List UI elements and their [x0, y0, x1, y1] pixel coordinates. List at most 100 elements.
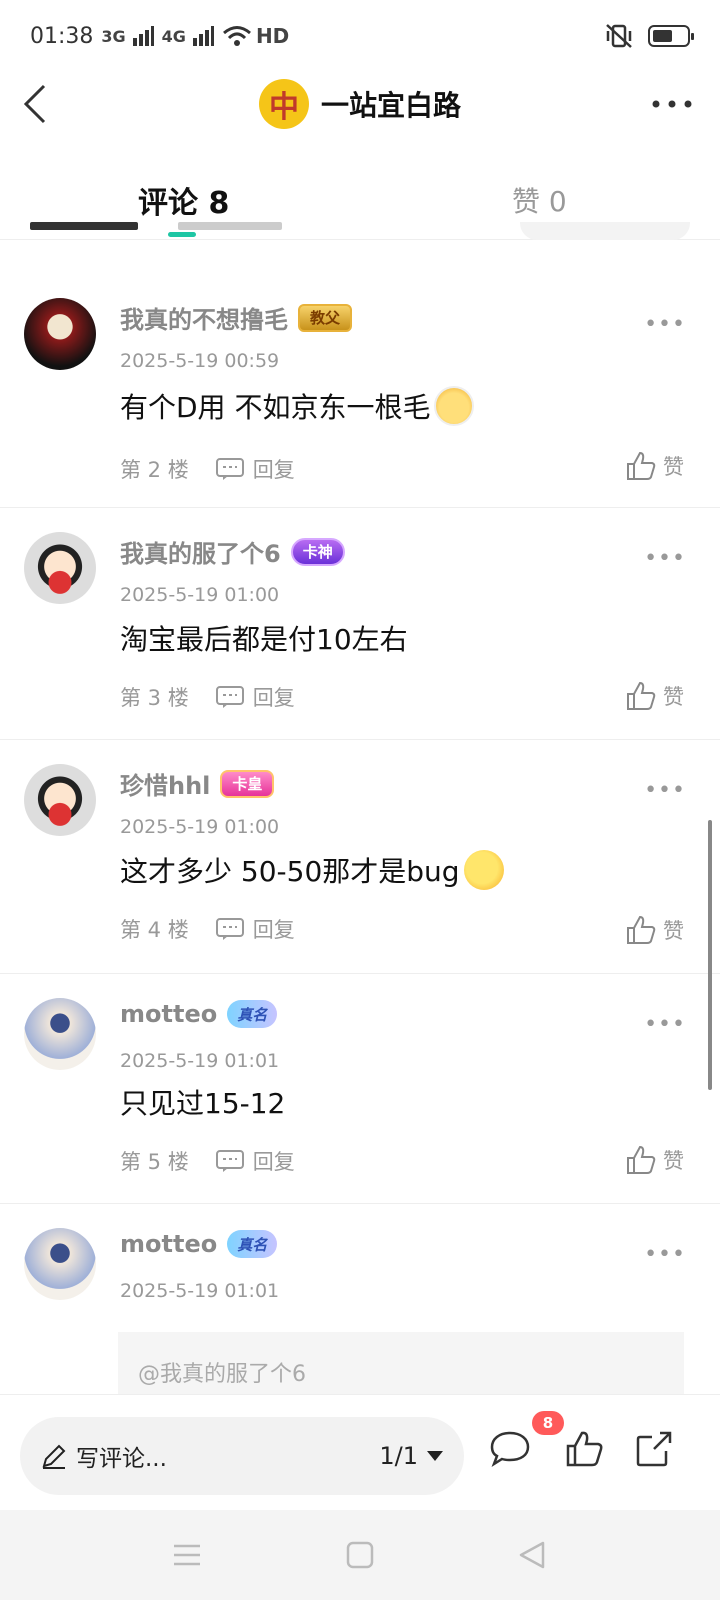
comment-username[interactable]: 我真的不想撸毛 教父 [120, 300, 353, 335]
comment-date: 2025-5-19 01:01 [120, 1050, 280, 1072]
comment-text: 有个D用 不如京东一根毛 [120, 391, 431, 424]
like-button[interactable]: 赞 [625, 450, 684, 482]
comment-footer: 第 5 楼 回复 [120, 1146, 295, 1176]
comment-item: motteo 真名 ••• 2025-5-19 01:01 只见过15-12 第… [0, 976, 720, 1204]
thinking-emoji-icon [463, 850, 504, 890]
reply-icon [215, 686, 244, 708]
quoted-reply[interactable]: @我真的服了个6 [118, 1332, 684, 1394]
avatar[interactable] [24, 998, 96, 1070]
comment-footer: 第 4 楼 回复 [120, 914, 295, 944]
forum-logo[interactable]: 中 [258, 79, 309, 129]
network-label: HD [255, 24, 290, 48]
dropdown-triangle-icon [427, 1451, 443, 1461]
menu-icon[interactable] [170, 1538, 204, 1572]
page-indicator: 1/1 [379, 1442, 418, 1470]
like-button[interactable]: 赞 [625, 914, 684, 946]
reply-button[interactable]: 回复 [215, 914, 295, 944]
like-label: 赞 [663, 685, 684, 709]
tab-likes-label: 赞 [512, 185, 541, 218]
like-button[interactable]: 赞 [625, 1144, 684, 1176]
comment-footer: 第 3 楼 回复 [120, 682, 295, 712]
comment-text: 淘宝最后都是付10左右 [120, 623, 408, 656]
vibrate-off-icon [606, 24, 632, 48]
username-text: 珍惜hhl [120, 772, 211, 800]
share-icon[interactable] [632, 1427, 676, 1471]
like-label: 赞 [663, 1149, 684, 1173]
user-title-badge: 真名 [227, 1000, 278, 1028]
filter-row-peek [0, 222, 720, 240]
back-arrow-icon[interactable] [14, 82, 58, 126]
comment-item: 我真的服了个6 卡神 ••• 2025-5-19 01:00 淘宝最后都是付10… [0, 510, 720, 740]
comment-date: 2025-5-19 00:59 [120, 350, 280, 372]
filter-author-peek [178, 222, 282, 230]
avatar[interactable] [24, 532, 96, 604]
filter-all-peek [30, 222, 138, 230]
back-triangle-icon[interactable] [515, 1538, 549, 1572]
forum-title[interactable]: 一站宜白路 [321, 84, 461, 124]
reply-icon [215, 458, 244, 480]
home-icon[interactable] [343, 1538, 377, 1572]
comment-footer: 第 2 楼 回复 [120, 454, 295, 484]
comment-text: 只见过15-12 [120, 1087, 286, 1120]
thumbs-up-icon[interactable] [562, 1427, 606, 1471]
comment-count-badge: 8 [532, 1411, 564, 1435]
username-text: 我真的服了个6 [120, 540, 281, 568]
comment-date: 2025-5-19 01:00 [120, 816, 280, 838]
reply-button[interactable]: 回复 [215, 1146, 295, 1176]
status-time: 01:38 [30, 23, 94, 49]
scrollbar[interactable] [708, 820, 712, 1090]
avatar[interactable] [24, 298, 96, 370]
comment-username[interactable]: motteo 真名 [120, 1000, 278, 1028]
floor-number: 第 3 楼 [120, 686, 189, 710]
system-navigation-bar [0, 1510, 720, 1600]
comment-item: motteo 真名 ••• 2025-5-19 01:01 @我真的服了个6 [0, 1206, 720, 1394]
reply-icon [215, 1150, 244, 1172]
thumbs-up-icon [627, 681, 656, 710]
cat-emoji-icon [434, 386, 475, 426]
signal-bars-icon [192, 26, 214, 46]
top-nav-bar: 中 一站宜白路 [0, 72, 720, 136]
forum-logo-char: 中 [268, 90, 299, 125]
comment-username[interactable]: motteo 真名 [120, 1230, 278, 1258]
user-title-badge: 教父 [298, 303, 353, 332]
comment-username[interactable]: 珍惜hhl 卡皇 [120, 766, 275, 801]
page-selector[interactable]: 1/1 [379, 1442, 444, 1470]
sort-toggle-peek [520, 222, 690, 240]
user-title-badge: 真名 [227, 1230, 278, 1258]
wifi-icon [222, 26, 251, 46]
comment-more-icon[interactable]: ••• [644, 312, 686, 337]
reply-button[interactable]: 回复 [215, 682, 295, 712]
comment-content: 淘宝最后都是付10左右 [120, 618, 408, 658]
bottom-action-bar: 写评论... 1/1 8 [0, 1394, 720, 1510]
comment-bubble-icon[interactable] [488, 1427, 532, 1471]
avatar[interactable] [24, 764, 96, 836]
comment-date: 2025-5-19 01:01 [120, 1280, 280, 1302]
reply-button[interactable]: 回复 [215, 454, 295, 484]
comment-content: 只见过15-12 [120, 1082, 285, 1122]
tab-likes-count: 0 [548, 185, 567, 218]
tab-likes[interactable]: 赞 0 [512, 180, 567, 220]
comment-username[interactable]: 我真的服了个6 卡神 [120, 534, 345, 569]
more-options-icon[interactable] [650, 90, 694, 118]
reply-label: 回复 [252, 686, 295, 710]
write-comment-input[interactable]: 写评论... 1/1 [20, 1417, 464, 1495]
floor-number: 第 4 楼 [120, 918, 189, 942]
thumbs-up-icon [627, 915, 656, 944]
comment-content: 这才多少 50-50那才是bug [120, 850, 504, 890]
tab-comments[interactable]: 评论 8 [138, 178, 229, 222]
reply-label: 回复 [252, 458, 295, 482]
comment-more-icon[interactable]: ••• [644, 1242, 686, 1267]
like-button[interactable]: 赞 [625, 680, 684, 712]
write-comment-placeholder: 写评论... [76, 1446, 167, 1472]
user-title-badge: 卡皇 [220, 769, 275, 798]
comment-more-icon[interactable]: ••• [644, 1012, 686, 1037]
avatar[interactable] [24, 1228, 96, 1300]
reply-label: 回复 [252, 918, 295, 942]
user-title-badge: 卡神 [290, 537, 345, 566]
like-label: 赞 [663, 455, 684, 479]
username-text: 我真的不想撸毛 [120, 306, 288, 334]
comment-more-icon[interactable]: ••• [644, 546, 686, 571]
comment-item: 珍惜hhl 卡皇 ••• 2025-5-19 01:00 这才多少 50-50那… [0, 742, 720, 974]
comment-more-icon[interactable]: ••• [644, 778, 686, 803]
floor-number: 第 5 楼 [120, 1150, 189, 1174]
